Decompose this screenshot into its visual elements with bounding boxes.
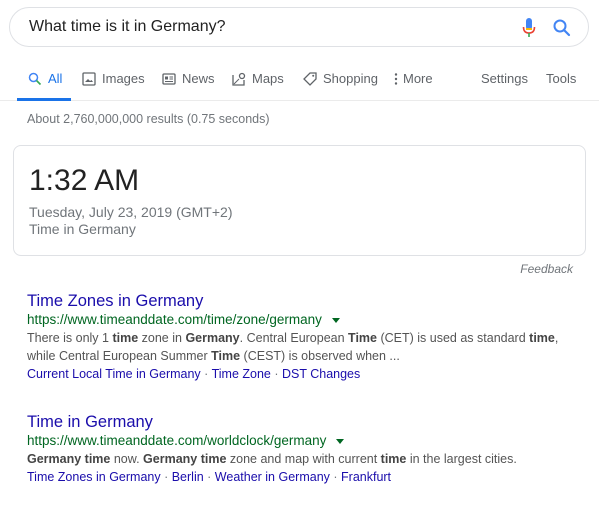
settings-label: Settings (481, 71, 528, 86)
dropdown-arrow-icon[interactable] (331, 317, 340, 323)
result-sitelinks: Current Local Time in Germany · Time Zon… (27, 365, 567, 383)
snippet-text: now. (110, 452, 144, 466)
current-date: Tuesday, July 23, 2019 (GMT+2) (29, 204, 233, 220)
settings-link[interactable]: Settings (481, 71, 528, 86)
sitelink[interactable]: Weather in Germany (215, 470, 330, 484)
separator: · (203, 470, 215, 484)
tab-more[interactable]: More (393, 71, 433, 86)
tag-icon (303, 71, 317, 86)
tab-all[interactable]: All (28, 71, 62, 86)
time-card: 1:32 AM Tuesday, July 23, 2019 (GMT+2) T… (13, 145, 586, 256)
search-input[interactable]: What time is it in Germany? (29, 18, 226, 36)
url-text: https://www.timeanddate.com/worldclock/g… (27, 433, 327, 448)
tools-label: Tools (546, 71, 577, 86)
result-snippet: Germany time now. Germany time zone and … (27, 450, 567, 468)
result-title[interactable]: Time in Germany (27, 412, 567, 432)
separator: · (270, 367, 282, 381)
sitelink[interactable]: Berlin (172, 470, 204, 484)
tab-label: News (182, 71, 215, 86)
snippet-text: zone in (138, 331, 186, 345)
result-snippet: There is only 1 time zone in Germany. Ce… (27, 329, 567, 365)
snippet-highlight: Time (211, 349, 241, 363)
search-tabs: All Images News Maps Shopping More Setti… (0, 62, 599, 101)
snippet-text: . Central European (239, 331, 349, 345)
separator: · (200, 367, 212, 381)
snippet-text: There is only 1 (27, 331, 113, 345)
sitelink[interactable]: Current Local Time in Germany (27, 367, 201, 381)
snippet-highlight: Germany time (27, 452, 111, 466)
map-icon (232, 72, 246, 86)
tab-label: More (403, 71, 433, 86)
news-icon (162, 72, 176, 85)
microphone-icon[interactable] (522, 18, 536, 38)
tab-label: Maps (252, 71, 284, 86)
snippet-highlight: Germany time (143, 452, 227, 466)
snippet-highlight: time (380, 452, 407, 466)
url-text: https://www.timeanddate.com/time/zone/ge… (27, 312, 322, 327)
sitelink[interactable]: Time Zones in Germany (27, 470, 161, 484)
active-tab-indicator (17, 98, 71, 101)
time-location: Time in Germany (29, 221, 136, 237)
image-icon (82, 71, 96, 86)
snippet-highlight: time (529, 331, 555, 345)
snippet-text: (CEST) is observed when ... (240, 349, 400, 363)
dropdown-arrow-icon[interactable] (336, 438, 345, 444)
result-title[interactable]: Time Zones in Germany (27, 291, 567, 311)
snippet-text: (CET) is used as standard (377, 331, 530, 345)
tab-news[interactable]: News (162, 71, 215, 86)
tools-link[interactable]: Tools (546, 71, 576, 86)
sitelink[interactable]: Frankfurt (341, 470, 391, 484)
search-icon[interactable] (552, 18, 572, 38)
snippet-highlight: Germany (185, 331, 240, 345)
snippet-text: zone and map with current (226, 452, 381, 466)
separator: · (329, 470, 342, 484)
sitelink[interactable]: Time Zone (212, 367, 271, 381)
current-time: 1:32 AM (29, 164, 140, 197)
separator: · (160, 470, 172, 484)
search-result: Time Zones in Germany https://www.timean… (27, 291, 567, 383)
more-vert-icon (394, 72, 398, 85)
search-result: Time in Germany https://www.timeanddate.… (27, 412, 567, 486)
result-stats: About 2,760,000,000 results (0.75 second… (27, 112, 270, 126)
tab-label: Shopping (323, 71, 378, 86)
snippet-highlight: Time (348, 331, 377, 345)
tab-shopping[interactable]: Shopping (303, 71, 378, 86)
result-url[interactable]: https://www.timeanddate.com/worldclock/g… (27, 432, 567, 450)
tab-maps[interactable]: Maps (232, 71, 284, 86)
sitelink[interactable]: DST Changes (282, 367, 360, 381)
tab-label: Images (102, 71, 145, 86)
search-box[interactable]: What time is it in Germany? (9, 7, 589, 47)
search-icon (28, 72, 42, 85)
snippet-text: in the largest cities. (406, 452, 517, 466)
result-url[interactable]: https://www.timeanddate.com/time/zone/ge… (27, 311, 567, 329)
tab-label: All (48, 71, 63, 86)
result-sitelinks: Time Zones in Germany · Berlin · Weather… (27, 468, 567, 486)
feedback-link[interactable]: Feedback (520, 262, 573, 276)
tab-images[interactable]: Images (82, 71, 145, 86)
snippet-highlight: time (112, 331, 139, 345)
